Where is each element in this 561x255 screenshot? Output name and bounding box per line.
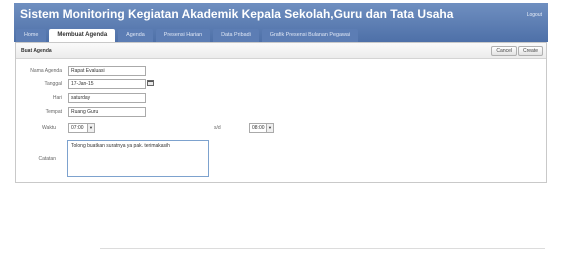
tab-agenda[interactable]: Agenda <box>118 29 153 42</box>
create-button[interactable]: Create <box>517 46 543 56</box>
hari-input[interactable]: saturday <box>68 93 146 103</box>
catatan-textarea[interactable]: Tolong buatkan suratnya ya pak. terimaka… <box>67 140 209 177</box>
calendar-icon[interactable] <box>147 80 154 86</box>
tempat-input[interactable]: Ruang Guru <box>68 107 146 117</box>
nama-agenda-label: Nama Agenda <box>30 68 62 74</box>
sd-value: 08:00 <box>252 125 265 131</box>
catatan-label: Catatan <box>38 156 56 162</box>
tab-home[interactable]: Home <box>16 29 47 42</box>
app-header: Sistem Monitoring Kegiatan Akademik Kepa… <box>14 3 548 42</box>
tanggal-label: Tanggal <box>44 81 62 87</box>
tab-presensi-harian[interactable]: Presensi Harian <box>155 29 211 42</box>
cancel-button[interactable]: Cancel <box>491 46 517 56</box>
sd-select[interactable]: 08:00 ▼ <box>249 123 274 133</box>
hari-label: Hari <box>52 95 62 101</box>
tab-membuat-agenda[interactable]: Membuat Agenda <box>49 29 116 42</box>
waktu-label: Waktu <box>42 125 56 131</box>
waktu-select[interactable]: 07:00 ▼ <box>68 123 95 133</box>
tempat-label: Tempat <box>45 109 62 115</box>
logout-link[interactable]: Logout <box>527 12 542 18</box>
app-title: Sistem Monitoring Kegiatan Akademik Kepa… <box>20 7 454 21</box>
tab-grafik-presensi[interactable]: Grafik Presensi Bulanan Pegawai <box>261 29 359 42</box>
tanggal-input[interactable]: 17-Jan-15 <box>68 79 146 89</box>
nama-agenda-input[interactable]: Rapat Evaluasi <box>68 66 146 76</box>
chevron-down-icon: ▼ <box>87 124 94 132</box>
panel-header: Buat Agenda Cancel Create <box>16 43 546 59</box>
chevron-down-icon: ▼ <box>266 124 273 132</box>
sd-label: s/d <box>214 125 221 131</box>
main-tabs: Home Membuat Agenda Agenda Presensi Hari… <box>16 29 361 42</box>
footer-divider <box>100 248 545 249</box>
panel-title: Buat Agenda <box>21 48 52 54</box>
waktu-value: 07:00 <box>71 125 84 131</box>
tab-data-pribadi[interactable]: Data Pribadi <box>213 29 259 42</box>
